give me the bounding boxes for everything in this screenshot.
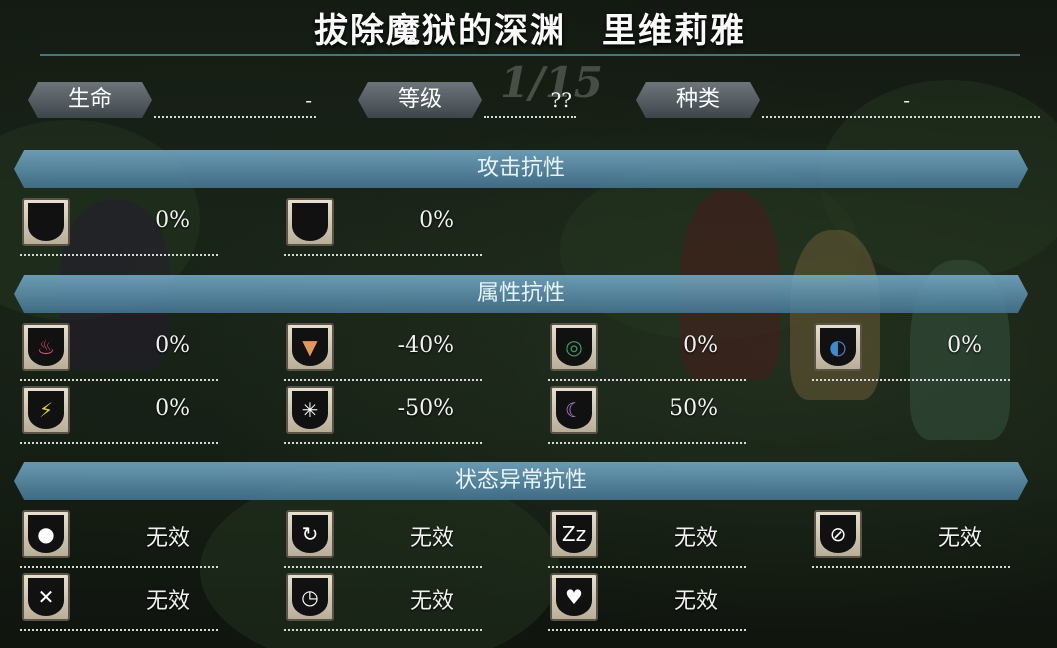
earth-icon: ▼: [286, 323, 334, 371]
charm-icon: ↻: [286, 510, 334, 558]
element-resist-cell[interactable]: ✳ -50%: [284, 384, 482, 444]
section-attack-resistance: 攻击抗性: [14, 150, 1028, 188]
element-resist-value: 0%: [947, 333, 982, 358]
status-resist-cell[interactable]: Zz 无效: [548, 508, 746, 568]
hp-value: -: [154, 86, 316, 118]
attack-resist-value: 0%: [155, 208, 190, 233]
element-resist-value: -50%: [397, 396, 454, 421]
section-element-resistance: 属性抗性: [14, 275, 1028, 313]
element-resist-value: 0%: [683, 333, 718, 358]
title-bar: 拔除魔狱的深渊 里维莉雅: [40, 6, 1020, 56]
status-resist-value: 无效: [673, 589, 718, 614]
thunder-icon: ⚡: [22, 386, 70, 434]
status-resist-cell[interactable]: ♥ 无效: [548, 571, 746, 631]
element-resist-cell[interactable]: ◐ 0%: [812, 321, 1010, 381]
attack-resist-cell[interactable]: ! 0%: [20, 196, 218, 256]
dark-icon: ☾: [550, 386, 598, 434]
seal-icon: ⊘: [814, 510, 862, 558]
element-resist-cell[interactable]: ⚡ 0%: [20, 384, 218, 444]
element-resist-value: 50%: [669, 396, 718, 421]
status-resist-value: 无效: [409, 526, 454, 551]
type-value: -: [762, 86, 1040, 118]
magic-attack-icon: ?: [286, 198, 334, 246]
status-resist-cell[interactable]: ↻ 无效: [284, 508, 482, 568]
water-icon: ◐: [814, 323, 862, 371]
element-resist-cell[interactable]: ♨ 0%: [20, 321, 218, 381]
type-label: 种类: [636, 82, 760, 118]
light-icon: ✳: [286, 386, 334, 434]
level-value: ??: [484, 86, 576, 118]
status-resist-cell[interactable]: ✕ 无效: [20, 571, 218, 631]
fire-icon: ♨: [22, 323, 70, 371]
attack-resist-value: 0%: [419, 208, 454, 233]
element-resist-value: 0%: [155, 396, 190, 421]
status-resist-value: 无效: [409, 589, 454, 614]
attack-resist-cell[interactable]: ? 0%: [284, 196, 482, 256]
stop-icon: ◷: [286, 573, 334, 621]
status-resist-value: 无效: [145, 526, 190, 551]
status-resist-cell[interactable]: ◷ 无效: [284, 571, 482, 631]
element-resist-cell[interactable]: ◎ 0%: [548, 321, 746, 381]
sleep-icon: Zz: [550, 510, 598, 558]
section-status-resistance: 状态异常抗性: [14, 462, 1028, 500]
element-resist-value: -40%: [397, 333, 454, 358]
status-resist-value: 无效: [937, 526, 982, 551]
physical-attack-icon: !: [22, 198, 70, 246]
status-resist-cell[interactable]: ● 无效: [20, 508, 218, 568]
stun-icon: ✕: [22, 573, 70, 621]
heart-icon: ♥: [550, 573, 598, 621]
element-resist-cell[interactable]: ☾ 50%: [548, 384, 746, 444]
status-resist-value: 无效: [673, 526, 718, 551]
element-resist-value: 0%: [155, 333, 190, 358]
status-resist-cell[interactable]: ⊘ 无效: [812, 508, 1010, 568]
wind-icon: ◎: [550, 323, 598, 371]
status-resist-value: 无效: [145, 589, 190, 614]
level-label: 等级: [358, 82, 482, 118]
poison-icon: ●: [22, 510, 70, 558]
element-resist-cell[interactable]: ▼ -40%: [284, 321, 482, 381]
page-title: 拔除魔狱的深渊 里维莉雅: [314, 11, 746, 51]
hp-label: 生命: [28, 82, 152, 118]
